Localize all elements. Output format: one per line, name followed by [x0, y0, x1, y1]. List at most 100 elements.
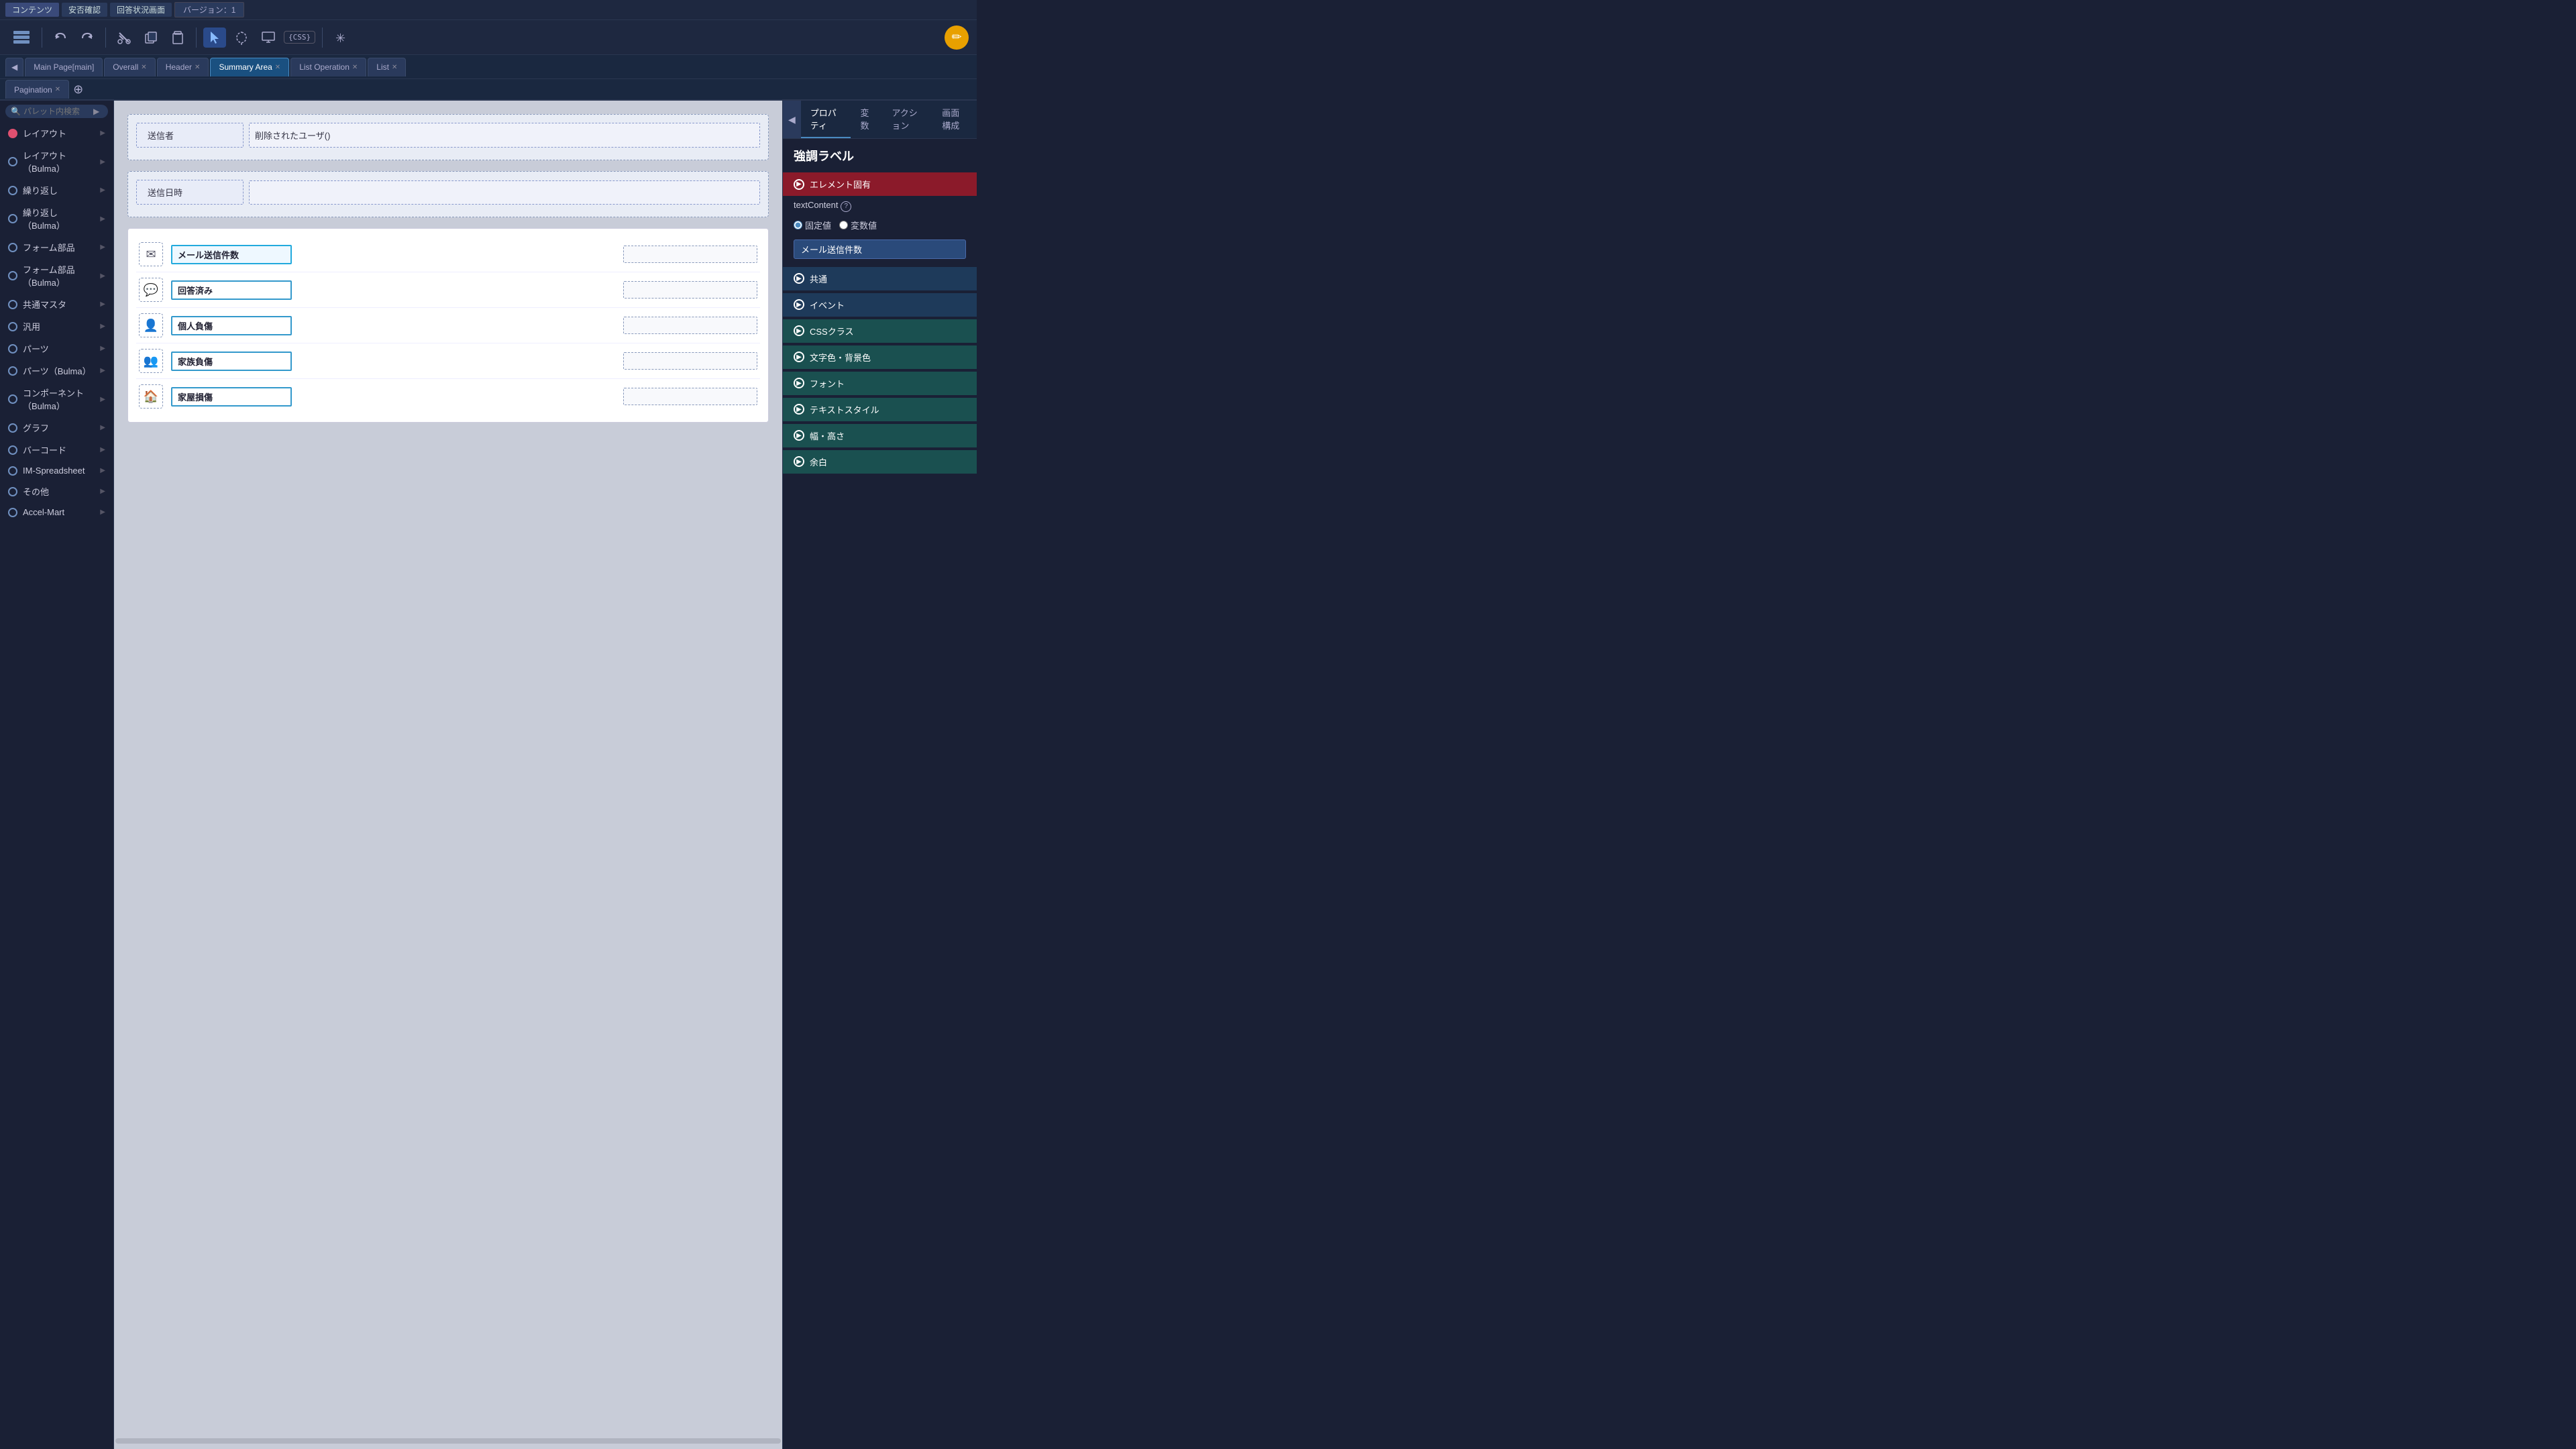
circle-icon-size: ▶: [794, 430, 804, 441]
add-tab-btn[interactable]: ⊕: [70, 83, 86, 97]
rp-section-label-css: CSSクラス: [810, 325, 853, 337]
redo-btn[interactable]: [76, 28, 99, 48]
rp-toggle-btn[interactable]: ◀: [783, 101, 801, 138]
summary-row-family-injury[interactable]: 👥 家族負傷: [136, 343, 760, 379]
content-btn[interactable]: コンテンツ: [5, 3, 59, 17]
close-list-icon[interactable]: ✕: [392, 64, 397, 71]
sidebar-item-accel-mart[interactable]: Accel-Mart ▶: [0, 502, 113, 522]
house-damage-label[interactable]: 家屋損傷: [171, 387, 292, 407]
radio-fixed-input[interactable]: [794, 221, 802, 229]
text-content-input[interactable]: [794, 239, 966, 259]
sidebar-item-form-label: フォーム部品: [23, 241, 75, 254]
toolbar: {CSS} ✳ ✏: [0, 20, 977, 55]
rp-section-header-common[interactable]: ▶ 共通: [783, 267, 977, 290]
undo-btn[interactable]: [49, 28, 72, 48]
rp-tab-property[interactable]: プロパティ: [801, 101, 851, 138]
tab-main-page[interactable]: Main Page[main]: [25, 58, 103, 76]
summary-row-house-damage[interactable]: 🏠 家屋損傷: [136, 379, 760, 414]
cut-btn[interactable]: [113, 28, 136, 48]
rp-section-header-text-style[interactable]: ▶ テキストスタイル: [783, 398, 977, 421]
sidebar-item-form[interactable]: フォーム部品 ▶: [0, 236, 113, 258]
stack-icon-btn[interactable]: [8, 27, 35, 48]
mail-label[interactable]: メール送信件数: [171, 245, 292, 264]
sidebar-item-spreadsheet[interactable]: IM-Spreadsheet ▶: [0, 461, 113, 480]
rp-tab-screen[interactable]: 画面構成: [932, 101, 977, 138]
tab-header[interactable]: Header ✕: [157, 58, 209, 76]
bullet-icon: [8, 344, 17, 354]
css-btn[interactable]: {CSS}: [284, 31, 315, 44]
select-btn[interactable]: [203, 28, 226, 48]
summary-row-mail[interactable]: ✉ メール送信件数: [136, 237, 760, 272]
close-overall-icon[interactable]: ✕: [141, 64, 146, 71]
sidebar-item-layout-bulma-label: レイアウト（Bulma）: [23, 149, 95, 174]
expand-icon: ▶: [100, 396, 105, 403]
close-header-icon[interactable]: ✕: [195, 64, 200, 71]
sidebar-item-repeat[interactable]: 繰り返し ▶: [0, 179, 113, 201]
lasso-btn[interactable]: [230, 28, 253, 48]
safety-confirm-btn[interactable]: 安否確認: [62, 3, 107, 17]
sidebar-item-barcode[interactable]: バーコード ▶: [0, 439, 113, 461]
form-row-datetime: 送信日時: [136, 180, 760, 205]
rp-section-header-font[interactable]: ▶ フォント: [783, 372, 977, 395]
sidebar-item-form-bulma[interactable]: フォーム部品（Bulma） ▶: [0, 258, 113, 293]
tab-pagination-label: Pagination: [14, 85, 52, 95]
horizontal-scrollbar[interactable]: [115, 1438, 781, 1444]
rp-section-font: ▶ フォント: [783, 372, 977, 395]
rp-section-header-padding[interactable]: ▶ 余白: [783, 450, 977, 474]
tab-list[interactable]: List ✕: [368, 58, 406, 76]
copy-btn[interactable]: [140, 28, 162, 48]
circle-icon-element: ▶: [794, 179, 804, 190]
sidebar-item-parts-bulma[interactable]: パーツ（Bulma） ▶: [0, 360, 113, 382]
rp-section-color: ▶ 文字色・背景色: [783, 345, 977, 369]
tab-summary-area[interactable]: Summary Area ✕: [210, 58, 289, 76]
radio-fixed-label[interactable]: 固定値: [794, 219, 831, 231]
close-pagination-icon[interactable]: ✕: [55, 86, 60, 93]
monitor-btn[interactable]: [257, 28, 280, 48]
sidebar-item-graph[interactable]: グラフ ▶: [0, 417, 113, 439]
summary-row-personal-injury[interactable]: 👤 個人負傷: [136, 308, 760, 343]
sidebar-item-parts[interactable]: パーツ ▶: [0, 337, 113, 360]
asterisk-btn[interactable]: ✳: [329, 28, 352, 48]
personal-injury-label[interactable]: 個人負傷: [171, 316, 292, 335]
paste-btn[interactable]: [166, 28, 189, 48]
tab-summary-area-label: Summary Area: [219, 62, 272, 72]
answered-label[interactable]: 回答済み: [171, 280, 292, 300]
sidebar-item-layout-bulma[interactable]: レイアウト（Bulma） ▶: [0, 144, 113, 179]
rp-section-header-size[interactable]: ▶ 幅・高さ: [783, 424, 977, 447]
sidebar-item-graph-label: グラフ: [23, 421, 49, 434]
canvas-area[interactable]: 送信者 削除されたユーザ() 送信日時 ✉ メール送信件数: [114, 101, 782, 1449]
tab-nav-back[interactable]: ◀: [5, 58, 23, 76]
sidebar-item-other[interactable]: その他 ▶: [0, 480, 113, 502]
sidebar-item-layout[interactable]: レイアウト ▶: [0, 122, 113, 144]
mail-icon: ✉: [139, 242, 163, 266]
family-injury-label[interactable]: 家族負傷: [171, 352, 292, 371]
sidebar-item-common-master[interactable]: 共通マスタ ▶: [0, 293, 113, 315]
circle-icon-color: ▶: [794, 352, 804, 362]
sidebar-item-repeat-bulma[interactable]: 繰り返し（Bulma） ▶: [0, 201, 113, 236]
pencil-icon[interactable]: ✏: [945, 25, 969, 50]
close-summary-icon[interactable]: ✕: [275, 64, 280, 71]
bullet-icon: [8, 322, 17, 331]
personal-injury-value-box: [623, 317, 757, 334]
rp-section-header-element[interactable]: ▶ エレメント固有: [783, 172, 977, 196]
rp-section-header-css[interactable]: ▶ CSSクラス: [783, 319, 977, 343]
sidebar-search-input[interactable]: [23, 107, 91, 116]
radio-variable-input[interactable]: [839, 221, 848, 229]
help-icon[interactable]: ?: [841, 201, 851, 212]
rp-section-header-color[interactable]: ▶ 文字色・背景色: [783, 345, 977, 369]
sidebar-item-component-bulma[interactable]: コンポーネント（Bulma） ▶: [0, 382, 113, 417]
expand-icon: ▶: [100, 467, 105, 474]
summary-row-answered[interactable]: 💬 回答済み: [136, 272, 760, 308]
bullet-icon: [8, 466, 17, 476]
sidebar-item-general[interactable]: 汎用 ▶: [0, 315, 113, 337]
house-damage-value-box: [623, 388, 757, 405]
answer-status-btn[interactable]: 回答状況画面: [110, 3, 172, 17]
tab-list-operation[interactable]: List Operation ✕: [290, 58, 366, 76]
radio-variable-label[interactable]: 変数値: [839, 219, 877, 231]
rp-tab-variables[interactable]: 変数: [851, 101, 882, 138]
rp-tab-actions[interactable]: アクション: [882, 101, 932, 138]
tab-pagination[interactable]: Pagination ✕: [5, 80, 69, 99]
close-list-op-icon[interactable]: ✕: [352, 64, 358, 71]
tab-overall[interactable]: Overall ✕: [104, 58, 155, 76]
rp-section-header-event[interactable]: ▶ イベント: [783, 293, 977, 317]
